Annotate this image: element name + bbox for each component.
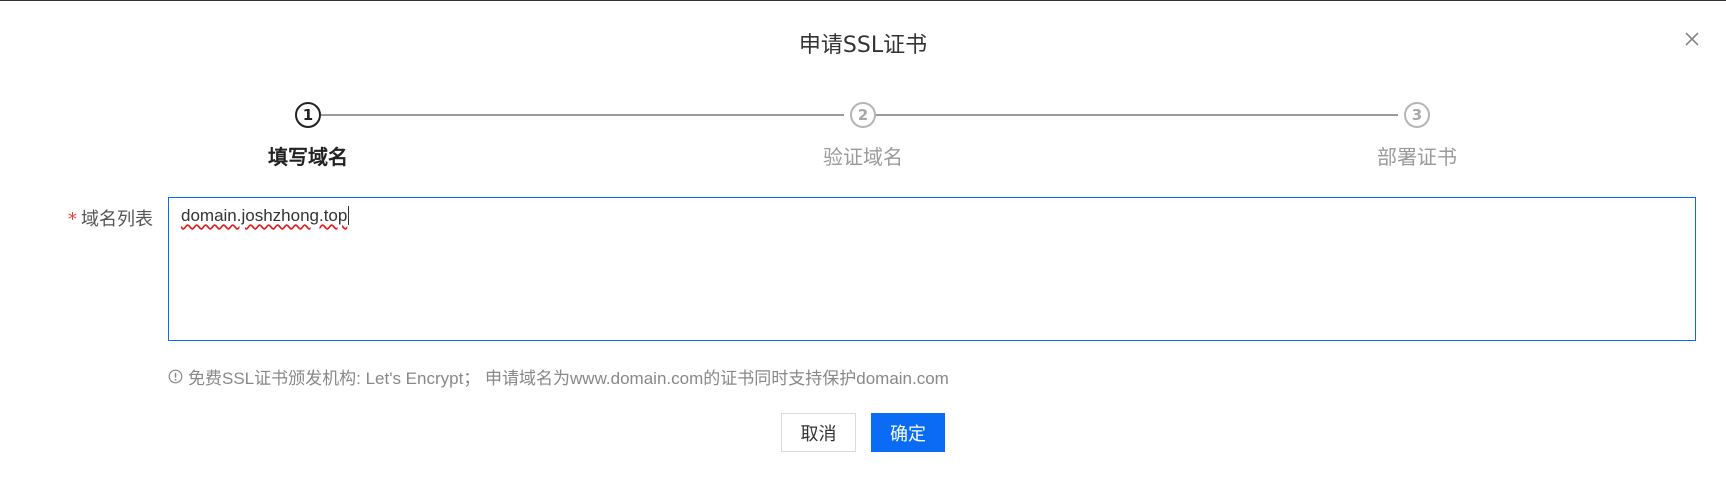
step-connector <box>876 114 1398 116</box>
cancel-button[interactable]: 取消 <box>781 413 856 452</box>
step-2-label: 验证域名 <box>823 145 903 169</box>
domain-list-textarea[interactable]: domain.joshzhong.top​ <box>168 197 1696 341</box>
step-3-label: 部署证书 <box>1377 145 1457 169</box>
steps-progress: 1 填写域名 2 验证域名 3 部署证书 <box>0 1 1726 181</box>
ssl-certificate-dialog: 申请SSL证书 1 填写域名 2 验证域名 3 部署证书 * 域名列表 domai… <box>0 0 1726 489</box>
hint-text: 免费SSL证书颁发机构: Let's Encrypt； 申请域名为www.dom… <box>188 369 949 388</box>
required-mark: * <box>68 209 77 230</box>
domain-list-value: domain.joshzhong.top <box>181 206 348 225</box>
step-1-circle: 1 <box>295 102 321 128</box>
confirm-button[interactable]: 确定 <box>871 413 945 452</box>
text-cursor: ​ <box>348 206 350 225</box>
step-3-circle: 3 <box>1404 102 1430 128</box>
step-1-label: 填写域名 <box>268 145 348 169</box>
domain-list-label: * 域名列表 <box>68 205 153 231</box>
domain-list-label-text: 域名列表 <box>81 209 153 230</box>
info-circle-icon <box>168 369 183 384</box>
step-2-circle: 2 <box>850 102 876 128</box>
step-connector <box>321 114 844 116</box>
hint-text-row: 免费SSL证书颁发机构: Let's Encrypt； 申请域名为www.dom… <box>168 364 949 389</box>
